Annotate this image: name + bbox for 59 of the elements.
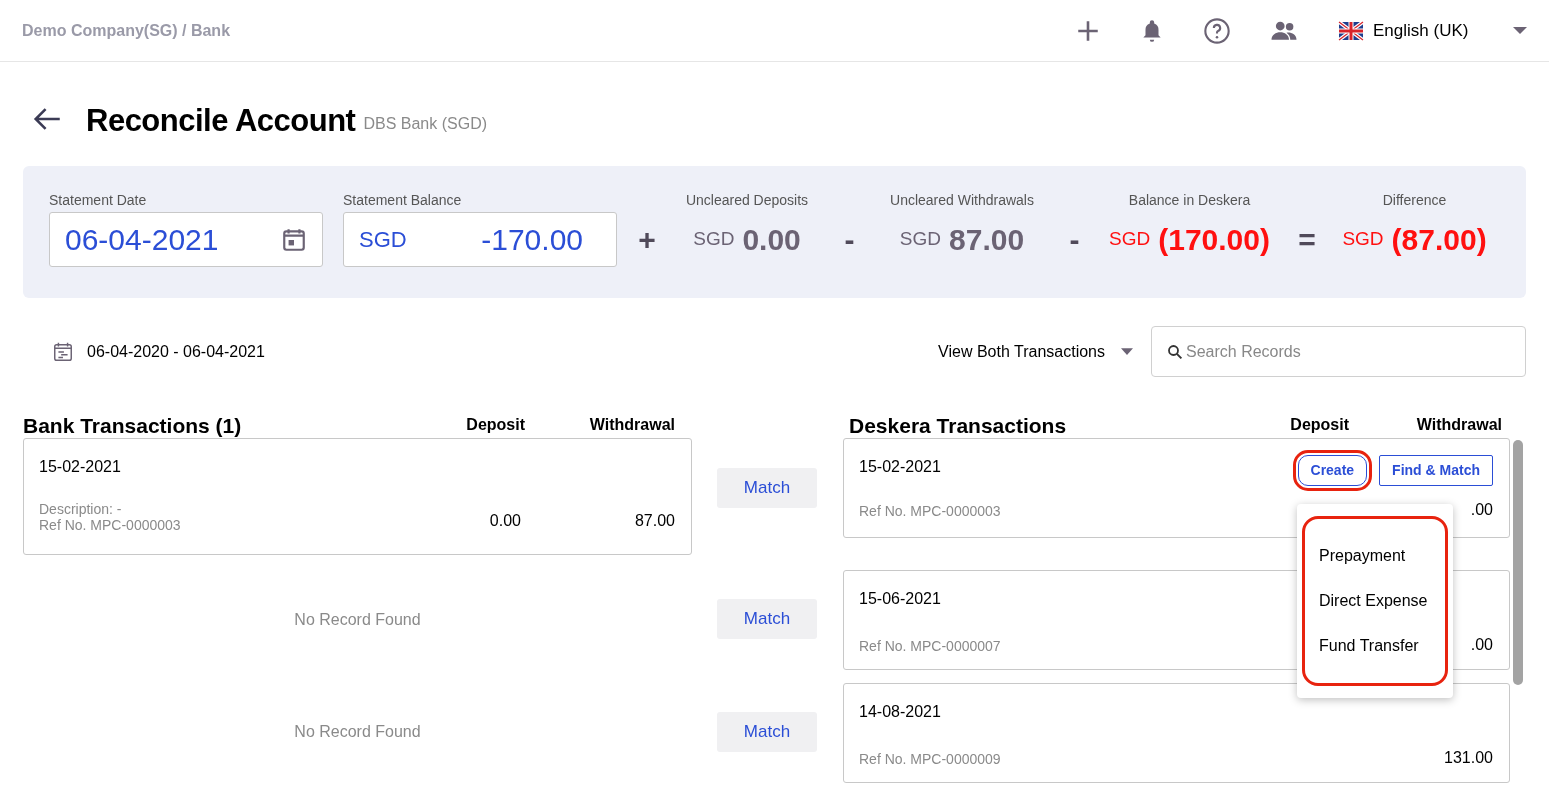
summary-label: Difference xyxy=(1382,191,1447,210)
column-header: Deposit xyxy=(1289,415,1349,435)
reference-number: Ref No. MPC-0000003 xyxy=(859,502,1001,521)
account-name: DBS Bank (SGD) xyxy=(363,114,487,134)
transaction-date: 14-08-2021 xyxy=(859,702,941,722)
summary-amount: SGD 0.00 xyxy=(693,222,801,258)
menu-item[interactable]: Prepayment xyxy=(1305,538,1445,574)
withdrawal-amount: 87.00 xyxy=(633,511,675,532)
help-icon[interactable] xyxy=(1203,16,1231,45)
match-button[interactable]: Match xyxy=(717,599,817,639)
operator-symbol: + xyxy=(637,222,657,258)
page-title: Reconcile Account xyxy=(86,105,356,136)
summary-label: Uncleared Deposits xyxy=(685,191,809,210)
date-field[interactable]: 06-04-2021 xyxy=(49,212,323,267)
transaction-date: 15-02-2021 xyxy=(39,457,122,477)
column-header: Withdrawal xyxy=(588,415,675,435)
caret-down-icon xyxy=(1121,347,1133,356)
summary-amount: SGD (87.00) xyxy=(1342,222,1487,258)
deposit-amount: 0.00 xyxy=(488,511,521,532)
language-selector[interactable]: English (UK) xyxy=(1337,17,1527,44)
field-label: Statement Date xyxy=(49,191,148,210)
column-header: Deposit xyxy=(465,415,525,435)
view-dropdown[interactable]: View Both Transactions xyxy=(938,339,1133,364)
search-icon xyxy=(1166,342,1184,361)
transaction-date: 15-06-2021 xyxy=(859,589,941,609)
match-button[interactable]: Match xyxy=(717,712,817,752)
section-title: Bank Transactions (1) xyxy=(23,412,242,439)
search-field[interactable]: Search Records xyxy=(1151,326,1526,377)
summary-amount: SGD 87.00 xyxy=(899,222,1025,258)
calendar-icon[interactable] xyxy=(52,340,74,363)
action-button[interactable]: Find & Match xyxy=(1379,455,1493,486)
flag-icon xyxy=(1337,18,1365,43)
operator-symbol: = xyxy=(1297,222,1317,258)
empty-message: No Record Found xyxy=(294,610,421,630)
summary-label: Balance in Deskera xyxy=(1128,191,1251,210)
field-label: Statement Balance xyxy=(343,191,463,210)
operator-symbol: - xyxy=(843,222,856,258)
reference-number: Ref No. MPC-0000009 xyxy=(859,750,1001,769)
empty-message: No Record Found xyxy=(294,722,421,742)
date-range[interactable]: 06-04-2020 - 06-04-2021 xyxy=(87,339,265,364)
balance-field[interactable]: SGD -170.00 xyxy=(343,212,617,267)
reference-number: Ref No. MPC-0000007 xyxy=(859,637,1001,656)
match-button[interactable]: Match xyxy=(717,468,817,508)
menu-item[interactable]: Fund Transfer xyxy=(1305,628,1445,664)
reference-number: Ref No. MPC-0000003 xyxy=(39,517,182,534)
summary-amount: SGD (170.00) xyxy=(1109,222,1270,258)
section-title: Deskera Transactions xyxy=(849,412,1067,439)
caret-down-icon xyxy=(1513,27,1527,34)
operator-symbol: - xyxy=(1068,222,1081,258)
transaction-date: 15-02-2021 xyxy=(859,457,941,477)
transaction-description: Description: - xyxy=(39,501,123,518)
column-header: Withdrawal xyxy=(1415,415,1502,435)
summary-label: Uncleared Withdrawals xyxy=(890,191,1034,210)
menu-item[interactable]: Direct Expense xyxy=(1305,583,1445,619)
calendar-icon[interactable] xyxy=(281,226,307,253)
withdrawal-amount: .00 xyxy=(1470,635,1493,655)
withdrawal-amount: .00 xyxy=(1470,500,1493,520)
withdrawal-amount: 131.00 xyxy=(1444,748,1493,768)
scrollbar[interactable] xyxy=(1513,440,1523,685)
